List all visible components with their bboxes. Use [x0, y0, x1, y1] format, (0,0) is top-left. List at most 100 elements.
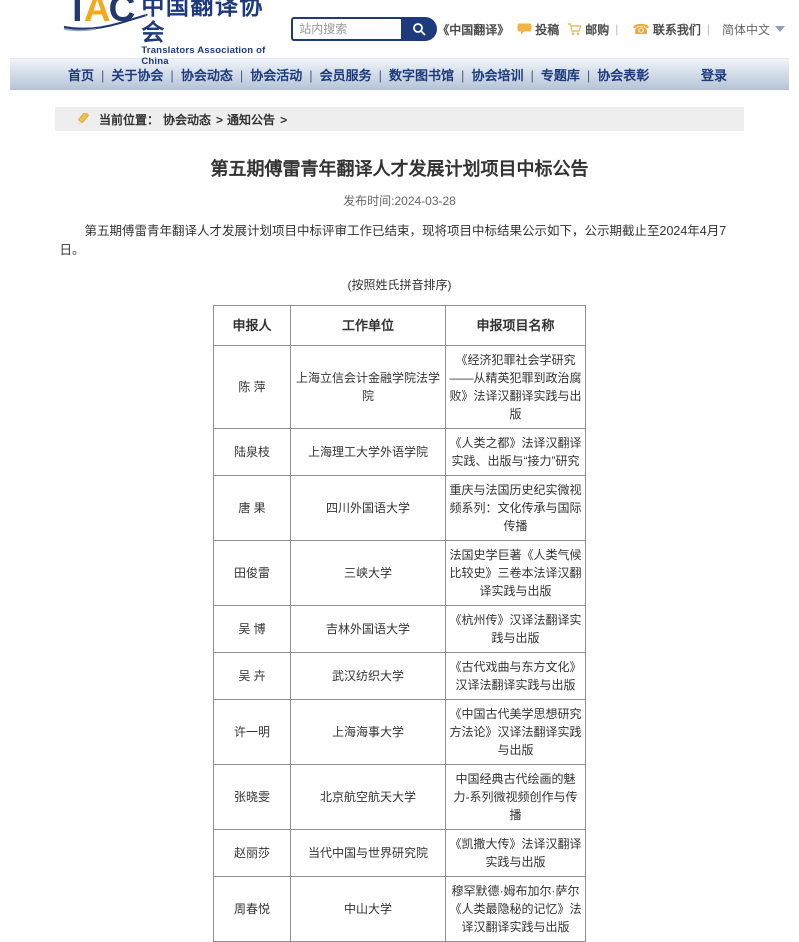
table-header-row: 申报人工作单位申报项目名称 — [214, 305, 586, 345]
table-row: 吴 卉武汉纺织大学《古代戏曲与东方文化》汉译法翻译实践与出版 — [214, 652, 586, 699]
nav-separator: | — [379, 68, 382, 83]
breadcrumb-label: 当前位置： — [99, 111, 159, 128]
work-unit-cell: 四川外国语大学 — [291, 475, 446, 540]
project-name-cell: 中国经典古代绘画的魅力-系列微视频创作与传播 — [446, 764, 586, 829]
phone-icon: ☎ — [632, 21, 649, 38]
cart-icon — [567, 23, 582, 36]
breadcrumb-link[interactable]: 协会动态 — [163, 113, 211, 127]
mail-order-link[interactable]: 邮购 — [585, 21, 609, 38]
search-button[interactable] — [401, 17, 437, 41]
nav-separator: | — [461, 68, 464, 83]
search-input[interactable] — [291, 17, 401, 41]
applicant-cell: 吴 博 — [214, 605, 291, 652]
nav-menu: 首页 | 关于协会 | 协会动态 | 协会活动 | 会员服务 | 数字图书馆 | 协会培训 | 专题库 | 协会… — [68, 65, 649, 84]
site-search — [291, 17, 437, 41]
column-header: 工作单位 — [291, 305, 446, 345]
submit-link[interactable]: 投稿 — [535, 21, 559, 38]
column-header: 申报项目名称 — [446, 305, 586, 345]
breadcrumb: 当前位置： 协会动态 > 通知公告 > — [55, 107, 744, 131]
applicant-cell: 赵丽莎 — [214, 829, 291, 876]
project-name-cell: 《杭州传》汉译法翻译实践与出版 — [446, 605, 586, 652]
nav-separator: | — [587, 68, 590, 83]
breadcrumb-trail: 协会动态 > 通知公告 > — [159, 111, 287, 128]
applicant-cell: 田俊雷 — [214, 540, 291, 605]
nav-separator: | — [530, 68, 533, 83]
nav-item-5[interactable]: 会员服务 — [320, 68, 372, 83]
table-row: 田俊雷三峡大学法国史学巨著《人类气候比较史》三卷本法译汉翻译实践与出版 — [214, 540, 586, 605]
work-unit-cell: 中山大学 — [291, 876, 446, 941]
project-name-cell: 法国史学巨著《人类气候比较史》三卷本法译汉翻译实践与出版 — [446, 540, 586, 605]
search-icon — [412, 22, 426, 36]
table-row: 陆泉枝上海理工大学外语学院《人类之都》法译汉翻译实践、出版与“接力”研究 — [214, 428, 586, 475]
project-name-cell: 《凯撒大传》法译汉翻译实践与出版 — [446, 829, 586, 876]
applicant-cell: 唐 果 — [214, 475, 291, 540]
table-row: 陈 萍上海立信会计金融学院法学院《经济犯罪社会学研究——从精英犯罪到政治腐败》法… — [214, 345, 586, 428]
work-unit-cell: 吉林外国语大学 — [291, 605, 446, 652]
sort-note: (按照姓氏拼音排序) — [0, 276, 799, 293]
login-button[interactable]: 登录 — [701, 65, 727, 84]
nav-item-1[interactable]: 首页 — [68, 68, 94, 83]
toplink-separator: | — [615, 22, 618, 36]
nav-separator: | — [240, 68, 243, 83]
caret-down-icon — [775, 26, 785, 32]
applicant-cell: 周春悦 — [214, 876, 291, 941]
table-row: 张晓雯北京航空航天大学中国经典古代绘画的魅力-系列微视频创作与传播 — [214, 764, 586, 829]
logo-mark: TAC — [66, 0, 133, 31]
table-body: 陈 萍上海立信会计金融学院法学院《经济犯罪社会学研究——从精英犯罪到政治腐败》法… — [214, 345, 586, 941]
language-label: 简体中文 — [722, 21, 770, 38]
nav-item-7[interactable]: 协会培训 — [471, 68, 523, 83]
work-unit-cell: 上海立信会计金融学院法学院 — [291, 345, 446, 428]
nav-separator: | — [101, 68, 104, 83]
table-row: 周春悦中山大学穆罕默德·姆布加尔·萨尔《人类最隐秘的记忆》法译汉翻译实践与出版 — [214, 876, 586, 941]
work-unit-cell: 上海理工大学外语学院 — [291, 428, 446, 475]
award-table: 申报人工作单位申报项目名称 陈 萍上海立信会计金融学院法学院《经济犯罪社会学研究… — [213, 305, 586, 942]
work-unit-cell: 武汉纺织大学 — [291, 652, 446, 699]
journal-link[interactable]: 《中国翻译》 — [437, 21, 509, 38]
logo-names: 中国翻译协会 Translators Association of China — [141, 0, 273, 67]
header-top-links: 《中国翻译》 投稿 邮购 | ☎ 联系我们 | 简体中文 — [437, 21, 785, 38]
language-selector[interactable]: 简体中文 — [722, 21, 785, 38]
nav-item-4[interactable]: 协会活动 — [250, 68, 302, 83]
nav-item-6[interactable]: 数字图书馆 — [389, 68, 454, 83]
work-unit-cell: 当代中国与世界研究院 — [291, 829, 446, 876]
project-name-cell: 穆罕默德·姆布加尔·萨尔《人类最隐秘的记忆》法译汉翻译实践与出版 — [446, 876, 586, 941]
page-title: 第五期傅雷青年翻译人才发展计划项目中标公告 — [0, 155, 799, 181]
table-row: 吴 博吉林外国语大学《杭州传》汉译法翻译实践与出版 — [214, 605, 586, 652]
project-name-cell: 《人类之都》法译汉翻译实践、出版与“接力”研究 — [446, 428, 586, 475]
project-name-cell: 《中国古代美学思想研究方法论》汉译法翻译实践与出版 — [446, 699, 586, 764]
column-header: 申报人 — [214, 305, 291, 345]
applicant-cell: 陈 萍 — [214, 345, 291, 428]
nav-separator: | — [170, 68, 173, 83]
breadcrumb-separator: > — [280, 113, 287, 127]
breadcrumb-separator: > — [216, 113, 223, 127]
table-row: 许一明上海海事大学《中国古代美学思想研究方法论》汉译法翻译实践与出版 — [214, 699, 586, 764]
breadcrumb-link[interactable]: 通知公告 — [227, 113, 275, 127]
nav-item-8[interactable]: 专题库 — [541, 68, 580, 83]
applicant-cell: 吴 卉 — [214, 652, 291, 699]
nav-item-9[interactable]: 协会表彰 — [597, 68, 649, 83]
work-unit-cell: 三峡大学 — [291, 540, 446, 605]
logo-swoosh-icon — [62, 13, 148, 33]
applicant-cell: 陆泉枝 — [214, 428, 291, 475]
speech-bubble-icon — [517, 23, 532, 35]
applicant-cell: 张晓雯 — [214, 764, 291, 829]
nav-item-3[interactable]: 协会动态 — [181, 68, 233, 83]
site-header: TAC 中国翻译协会 Translators Association of Ch… — [0, 0, 799, 58]
project-name-cell: 《经济犯罪社会学研究——从精英犯罪到政治腐败》法译汉翻译实践与出版 — [446, 345, 586, 428]
table-row: 赵丽莎当代中国与世界研究院《凯撒大传》法译汉翻译实践与出版 — [214, 829, 586, 876]
nav-item-2[interactable]: 关于协会 — [111, 68, 163, 83]
work-unit-cell: 上海海事大学 — [291, 699, 446, 764]
site-logo[interactable]: TAC 中国翻译协会 Translators Association of Ch… — [66, 0, 273, 67]
toplink-separator: | — [707, 22, 710, 36]
project-name-cell: 《古代戏曲与东方文化》汉译法翻译实践与出版 — [446, 652, 586, 699]
article-paragraph: 第五期傅雷青年翻译人才发展计划项目中标评审工作已结束，现将项目中标结果公示如下，… — [60, 222, 740, 261]
work-unit-cell: 北京航空航天大学 — [291, 764, 446, 829]
publish-date: 发布时间:2024-03-28 — [0, 192, 799, 209]
applicant-cell: 许一明 — [214, 699, 291, 764]
nav-separator: | — [309, 68, 312, 83]
table-row: 唐 果四川外国语大学重庆与法国历史纪实微视频系列：文化传承与国际传播 — [214, 475, 586, 540]
project-name-cell: 重庆与法国历史纪实微视频系列：文化传承与国际传播 — [446, 475, 586, 540]
pencil-icon — [77, 113, 90, 126]
logo-chinese-name: 中国翻译协会 — [141, 0, 273, 45]
contact-link[interactable]: 联系我们 — [653, 21, 701, 38]
